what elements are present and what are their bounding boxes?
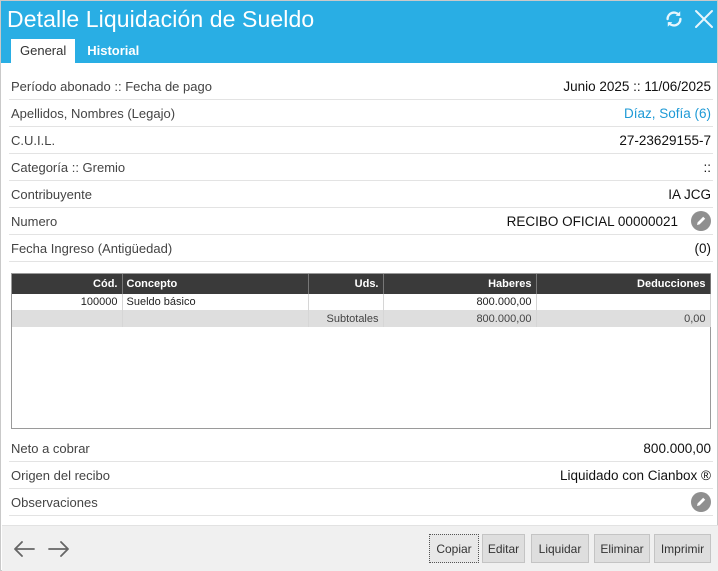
empleado-label: Apellidos, Nombres (Legajo)	[11, 105, 176, 121]
detail-row-contribuyente: Contribuyente IA JCG	[9, 181, 713, 208]
conceptos-table: Cód. Concepto Uds. Haberes Deducciones 1…	[11, 273, 711, 429]
summary-row-neto: Neto a cobrar 800.000,00	[9, 435, 713, 462]
detail-row-numero: Numero RECIBO OFICIAL 00000021	[9, 208, 713, 235]
contribuyente-value: IA JCG	[668, 186, 711, 202]
neto-value: 800.000,00	[643, 440, 711, 456]
cell-cod: 100000	[12, 294, 123, 310]
subtotal-label: Subtotales	[308, 310, 384, 327]
footer-toolbar: Copiar Editar Liquidar Eliminar Imprimir	[2, 525, 718, 571]
ingreso-value: (0)	[694, 240, 712, 256]
cell-deducciones	[536, 294, 711, 310]
editar-button[interactable]: Editar	[482, 534, 525, 563]
col-haberes[interactable]: Haberes	[383, 274, 537, 294]
eliminar-button[interactable]: Eliminar	[594, 534, 650, 563]
detail-row-periodo: Período abonado :: Fecha de pago Junio 2…	[9, 73, 713, 100]
detail-row-ingreso: Fecha Ingreso (Antigüedad) (0)	[9, 235, 713, 262]
numero-value-wrap: RECIBO OFICIAL 00000021	[507, 211, 711, 231]
origen-label: Origen del recibo	[11, 467, 110, 483]
cell-haberes: 800.000,00	[383, 294, 537, 310]
periodo-value: Junio 2025 :: 11/06/2025	[563, 78, 711, 94]
neto-label: Neto a cobrar	[11, 440, 90, 456]
tab-general[interactable]: General	[11, 39, 76, 63]
payslip-detail-window: Detalle Liquidación de Sueldo General Hi…	[0, 0, 718, 571]
detail-row-categoria: Categoría :: Gremio ::	[9, 154, 713, 181]
summary-row-origen: Origen del recibo Liquidado con Cianbox …	[9, 462, 713, 489]
arrow-right-icon[interactable]	[47, 538, 71, 560]
subtotal-deducciones: 0,00	[536, 310, 711, 327]
subtotal-haberes: 800.000,00	[383, 310, 537, 327]
ingreso-label: Fecha Ingreso (Antigüedad)	[11, 240, 173, 256]
tab-bar: General Historial	[11, 39, 148, 63]
col-uds[interactable]: Uds.	[308, 274, 384, 294]
table-row[interactable]: 100000 Sueldo básico 800.000,00	[12, 294, 711, 310]
periodo-label: Período abonado :: Fecha de pago	[11, 78, 212, 94]
summary-row-observaciones: Observaciones	[9, 489, 713, 516]
arrow-left-icon[interactable]	[12, 538, 36, 560]
col-deducciones[interactable]: Deducciones	[536, 274, 711, 294]
window-title: Detalle Liquidación de Sueldo	[7, 6, 315, 32]
table-header-row: Cód. Concepto Uds. Haberes Deducciones	[12, 274, 711, 294]
refresh-icon[interactable]	[662, 7, 686, 31]
categoria-value: ::	[703, 159, 711, 175]
observaciones-label: Observaciones	[11, 494, 98, 510]
payslip-summary: Neto a cobrar 800.000,00 Origen del reci…	[9, 435, 713, 516]
liquidar-button[interactable]: Liquidar	[531, 534, 589, 563]
imprimir-button[interactable]: Imprimir	[654, 534, 711, 563]
observaciones-value-wrap	[678, 492, 711, 512]
window-header: Detalle Liquidación de Sueldo General Hi…	[1, 1, 717, 63]
detail-row-empleado: Apellidos, Nombres (Legajo) Díaz, Sofía …	[9, 100, 713, 127]
copiar-button[interactable]: Copiar	[429, 534, 479, 563]
col-concepto[interactable]: Concepto	[122, 274, 309, 294]
cuil-label: C.U.I.L.	[11, 132, 56, 148]
edit-observaciones-pencil-icon[interactable]	[691, 492, 711, 512]
subtotal-row: Subtotales 800.000,00 0,00	[12, 310, 711, 327]
edit-numero-pencil-icon[interactable]	[691, 211, 711, 231]
numero-value: RECIBO OFICIAL 00000021	[506, 213, 678, 229]
cuil-value: 27-23629155-7	[619, 132, 711, 148]
numero-label: Numero	[11, 213, 58, 229]
cell-empty	[122, 310, 309, 327]
contribuyente-label: Contribuyente	[11, 186, 92, 202]
col-cod[interactable]: Cód.	[12, 274, 123, 294]
detail-row-cuil: C.U.I.L. 27-23629155-7	[9, 127, 713, 154]
cell-concepto: Sueldo básico	[122, 294, 309, 310]
cell-uds	[308, 294, 384, 310]
payslip-details: Período abonado :: Fecha de pago Junio 2…	[9, 73, 713, 262]
tab-historial[interactable]: Historial	[75, 39, 148, 63]
close-icon[interactable]	[692, 7, 716, 31]
employee-link[interactable]: Díaz, Sofía (6)	[624, 106, 711, 121]
origen-value: Liquidado con Cianbox ®	[559, 467, 711, 483]
categoria-label: Categoría :: Gremio	[11, 159, 126, 175]
cell-empty	[12, 310, 123, 327]
